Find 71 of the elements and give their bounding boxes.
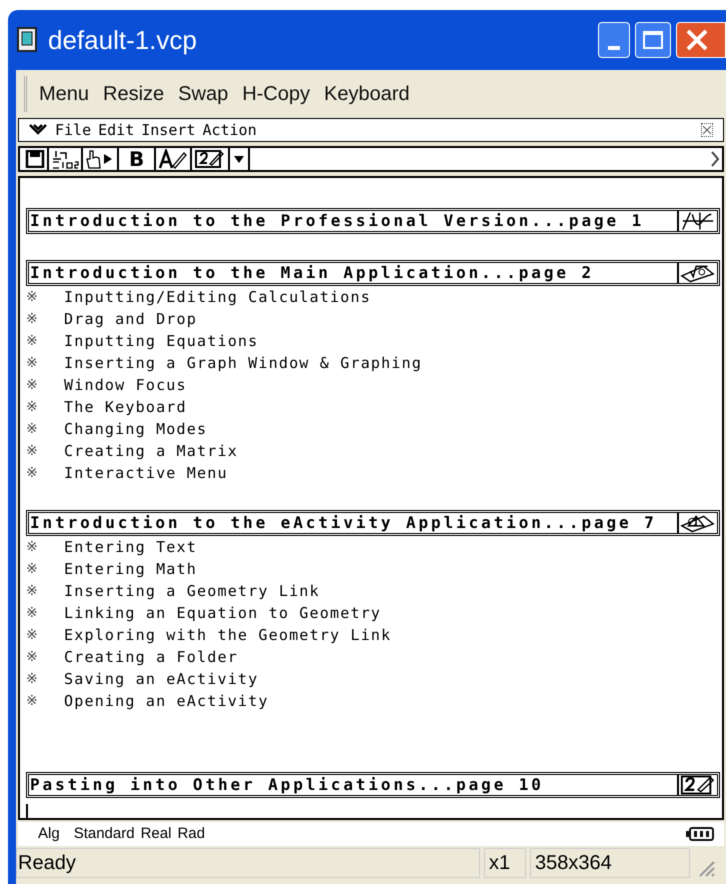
font-pencil-icon[interactable] [156,148,192,170]
bullet-icon: ※ [26,624,64,646]
triangle-icon [677,513,717,533]
square-root-icon [677,263,717,283]
edit-document-icon [677,775,717,795]
mode-indicator: Rad [177,824,205,844]
bullet-icon: ※ [26,536,64,558]
bullet-icon: ※ [26,330,64,352]
bullet-icon: ※ [26,690,64,712]
chevron-down-icon[interactable] [29,124,47,136]
maximize-button[interactable] [635,22,671,58]
bullet-icon: ※ [26,558,64,580]
menu-item[interactable]: Menu [39,79,90,109]
menu-item[interactable]: Insert [141,118,196,142]
menu-item[interactable]: Action [202,118,257,142]
topic-link[interactable]: Inputting Equations [64,330,258,352]
topic-link[interactable]: Drag and Drop [64,308,197,330]
topic-link[interactable]: Interactive Menu [64,462,228,484]
section-heading[interactable]: Pasting into Other Applications...page 10 [26,772,720,798]
mode-indicator: Real [140,824,172,844]
menu-item[interactable]: Edit [98,118,134,142]
edit-document-icon[interactable] [192,148,230,170]
battery-icon [686,827,714,841]
menu-item[interactable]: H-Copy [242,79,310,109]
window-title: default-1.vcp [48,24,198,56]
topic-link[interactable]: Inserting a Geometry Link [64,580,320,602]
bullet-icon: ※ [26,374,64,396]
bullet-icon: ※ [26,418,64,440]
topic-link[interactable]: Entering Text [64,536,197,558]
topic-link[interactable]: Opening an eActivity [64,690,269,712]
topic-link[interactable]: Inputting/Editing Calculations [64,286,371,308]
mode-indicator: Alg [38,824,60,844]
bullet-icon: ※ [26,286,64,308]
bullet-icon: ※ [26,352,64,374]
topic-link[interactable]: Inserting a Graph Window & Graphing [64,352,422,374]
zoom-level: x1 [484,848,526,878]
scroll-right-icon[interactable] [710,150,720,168]
topic-link[interactable]: Exploring with the Geometry Link [64,624,392,646]
topic-link[interactable]: Changing Modes [64,418,208,440]
bullet-icon: ※ [26,396,64,418]
bullet-icon: ※ [26,308,64,330]
topic-link[interactable]: The Keyboard [64,396,187,418]
mode-indicator: Standard [74,824,135,844]
topic-link[interactable]: Window Focus [64,374,187,396]
bullet-icon: ※ [26,602,64,624]
document-icon [16,27,40,53]
topic-link[interactable]: Creating a Matrix [64,440,238,462]
section-heading[interactable]: Introduction to the Professional Version...page 1 [26,208,720,234]
close-icon [685,29,709,51]
section-heading[interactable]: Introduction to the Main Application...page 2 [26,260,720,286]
section-heading[interactable]: Introduction to the eActivity Application...page 7 [26,510,720,536]
bullet-icon: ※ [26,462,64,484]
bullet-icon: ※ [26,646,64,668]
topic-link[interactable]: Entering Math [64,558,197,580]
close-icon[interactable] [701,123,713,137]
bullet-icon: ※ [26,580,64,602]
save-icon[interactable] [23,148,49,170]
topic-link[interactable]: Linking an Equation to Geometry [64,602,382,624]
topic-link[interactable]: Creating a Folder [64,646,238,668]
topic-link[interactable]: Saving an eActivity [64,668,258,690]
bullet-icon: ※ [26,668,64,690]
menu-item[interactable]: Keyboard [324,79,410,109]
close-button[interactable] [676,22,726,58]
status-message: Ready [16,848,480,878]
menu-item[interactable]: File [55,118,92,142]
minimize-button[interactable] [598,22,630,58]
menu-item[interactable]: Resize [103,79,164,109]
bullet-icon: ※ [26,440,64,462]
bold-button[interactable]: B [119,148,156,170]
menu-item[interactable]: Swap [178,79,228,109]
window-size: 358x364 [530,848,690,878]
